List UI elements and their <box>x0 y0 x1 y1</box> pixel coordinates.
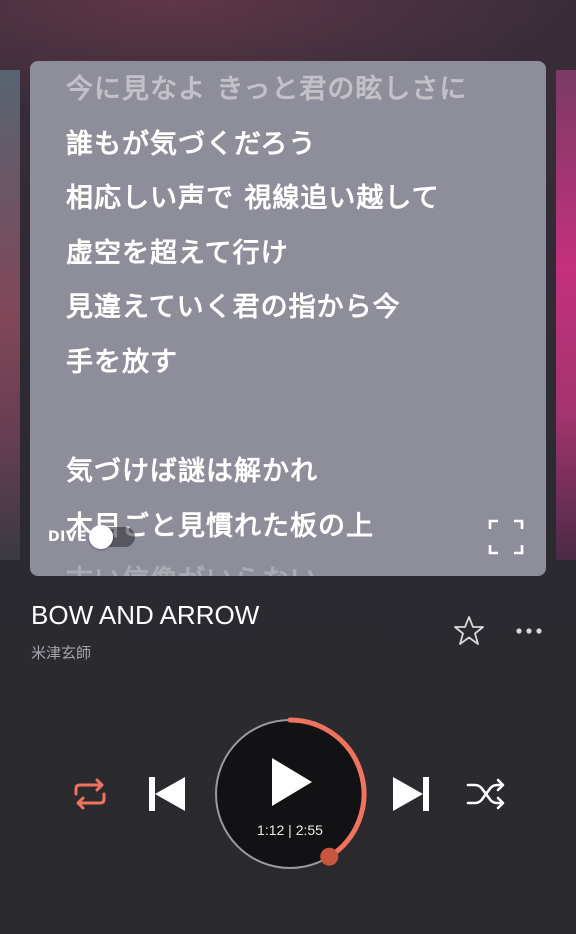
play-progress-control[interactable]: 1:12 | 2:55 <box>212 716 368 872</box>
progress-handle[interactable] <box>320 847 339 866</box>
lyric-line[interactable]: 気づけば謎は解かれ <box>66 445 526 500</box>
dive-control[interactable]: DIVE <box>48 525 136 549</box>
shuffle-icon <box>466 778 505 810</box>
lyric-line[interactable]: 見違えていく君の指から今 <box>66 281 526 336</box>
track-title: BOW AND ARROW <box>31 600 260 630</box>
star-outline-icon <box>454 616 484 645</box>
previous-album-art-peek[interactable] <box>0 70 20 560</box>
lyric-line[interactable]: 虚空を超えて行け <box>66 227 526 282</box>
lyric-line-blank <box>66 391 526 446</box>
dive-label: DIVE <box>48 529 88 545</box>
more-horizontal-icon <box>516 628 542 634</box>
shuffle-button[interactable] <box>464 774 508 814</box>
dive-toggle-knob <box>89 525 114 549</box>
lyric-line[interactable]: 誰もが気づくだろう <box>66 118 526 173</box>
lyric-line[interactable]: 相応しい声で 視線追い越して <box>66 172 526 227</box>
lyric-line[interactable]: 今に見なよ きっと君の眩しさに <box>66 63 526 118</box>
play-icon <box>272 758 312 806</box>
play-button[interactable] <box>262 754 318 810</box>
dive-toggle[interactable] <box>89 525 136 549</box>
skip-next-icon <box>393 777 429 811</box>
repeat-icon <box>74 778 106 810</box>
track-artist[interactable]: 米津玄師 <box>31 642 91 663</box>
favorite-button[interactable] <box>452 614 486 648</box>
lyric-line[interactable]: 古い信像がいらない <box>66 554 526 576</box>
previous-track-button[interactable] <box>146 774 188 814</box>
repeat-button[interactable] <box>68 774 112 814</box>
skip-previous-icon <box>149 777 185 811</box>
next-album-art-peek[interactable] <box>556 70 576 560</box>
fullscreen-button[interactable] <box>488 519 524 555</box>
time-readout: 1:12 | 2:55 <box>257 822 323 838</box>
next-track-button[interactable] <box>390 774 432 814</box>
lyrics-panel[interactable]: 今に見なよ きっと君の眩しさに 誰もが気づくだろう 相応しい声で 視線追い越して 虚空… <box>30 61 546 576</box>
lyrics-list: 今に見なよ きっと君の眩しさに 誰もが気づくだろう 相応しい声で 視線追い越して 虚空… <box>66 63 526 576</box>
lyric-line[interactable]: 手を放す <box>66 336 526 391</box>
more-options-button[interactable] <box>512 620 546 642</box>
fullscreen-icon <box>488 519 524 555</box>
